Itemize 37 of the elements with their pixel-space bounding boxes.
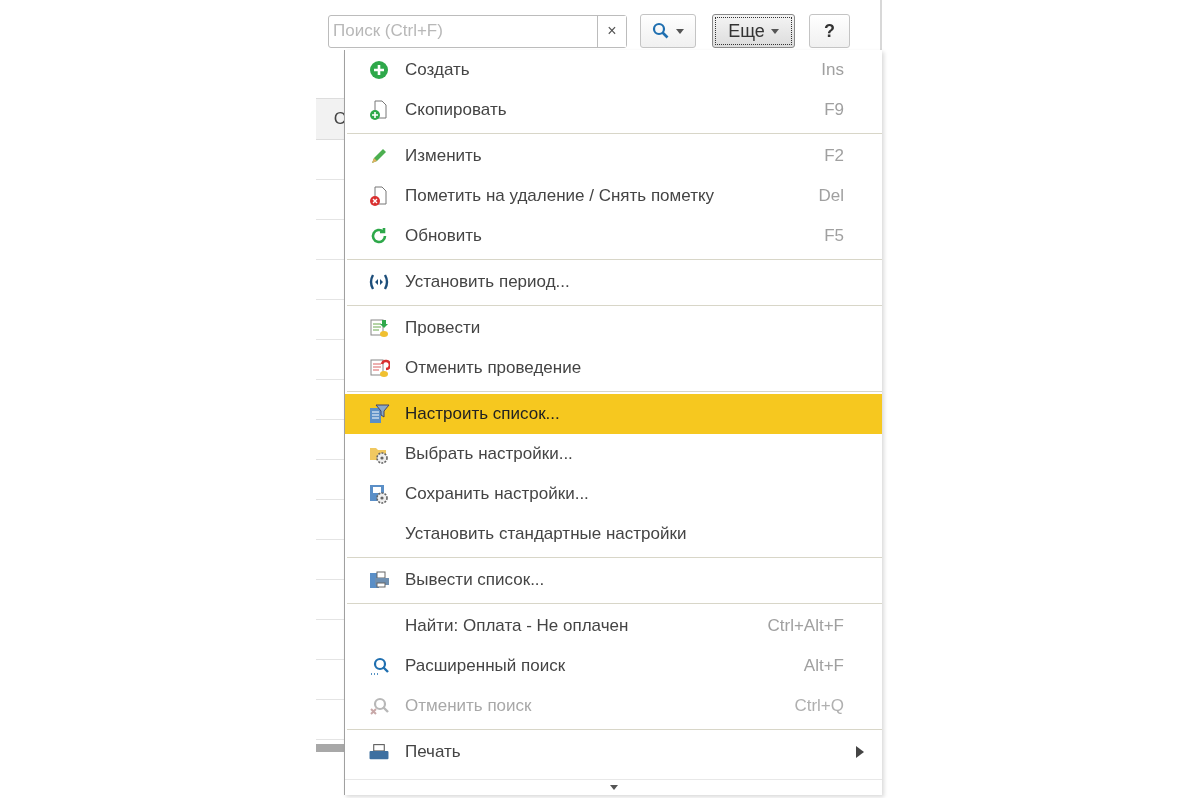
- clear-button[interactable]: ×: [597, 15, 626, 47]
- caret-icon: [770, 28, 779, 34]
- search-icon: [368, 655, 390, 677]
- scrollbar[interactable]: [316, 744, 346, 752]
- more-button[interactable]: Еще: [712, 14, 795, 48]
- menu-item[interactable]: Печать: [345, 732, 882, 772]
- help-button[interactable]: ?: [809, 14, 850, 48]
- menu-item[interactable]: Выбрать настройки...: [345, 434, 882, 474]
- printer-icon: [369, 744, 389, 760]
- document-plus-icon: [368, 99, 390, 121]
- plus-circle-icon: [368, 59, 390, 81]
- search-icon: [652, 22, 670, 40]
- document-post-icon: [368, 317, 390, 339]
- menu-item[interactable]: Установить период...: [345, 262, 882, 302]
- document-unpost-icon: [368, 357, 390, 379]
- menu-item[interactable]: Изменить F2: [345, 136, 882, 176]
- menu-item[interactable]: Отменить проведение: [345, 348, 882, 388]
- caret-icon: [676, 28, 684, 34]
- caret-icon: [609, 785, 618, 790]
- menu-item[interactable]: Скопировать F9: [345, 90, 882, 130]
- menu-item[interactable]: Найти: Оплата - Не оплачен Ctrl+Alt+F: [345, 606, 882, 646]
- menu-item[interactable]: Сохранить настройки...: [345, 474, 882, 514]
- document-delete-icon: [368, 185, 390, 207]
- menu-item[interactable]: Расширенный поиск Alt+F: [345, 646, 882, 686]
- menu-item[interactable]: Создать Ins: [345, 50, 882, 90]
- menu-item[interactable]: Пометить на удаление / Снять пометку Del: [345, 176, 882, 216]
- menu-item[interactable]: Провести: [345, 308, 882, 348]
- menu-item[interactable]: Обновить F5: [345, 216, 882, 256]
- search-field[interactable]: Поиск (Ctrl+F) ×: [328, 14, 627, 48]
- menu-item[interactable]: Установить стандартные настройки: [345, 514, 882, 554]
- printer-list-icon: [368, 569, 390, 591]
- search-cancel-icon: [368, 695, 390, 717]
- search-button[interactable]: [640, 14, 696, 48]
- disk-gear-icon: [368, 483, 390, 505]
- menu-item[interactable]: Вывести список...: [345, 560, 882, 600]
- list-filter-icon: [368, 403, 390, 425]
- menu-item[interactable]: Настроить список...: [345, 394, 882, 434]
